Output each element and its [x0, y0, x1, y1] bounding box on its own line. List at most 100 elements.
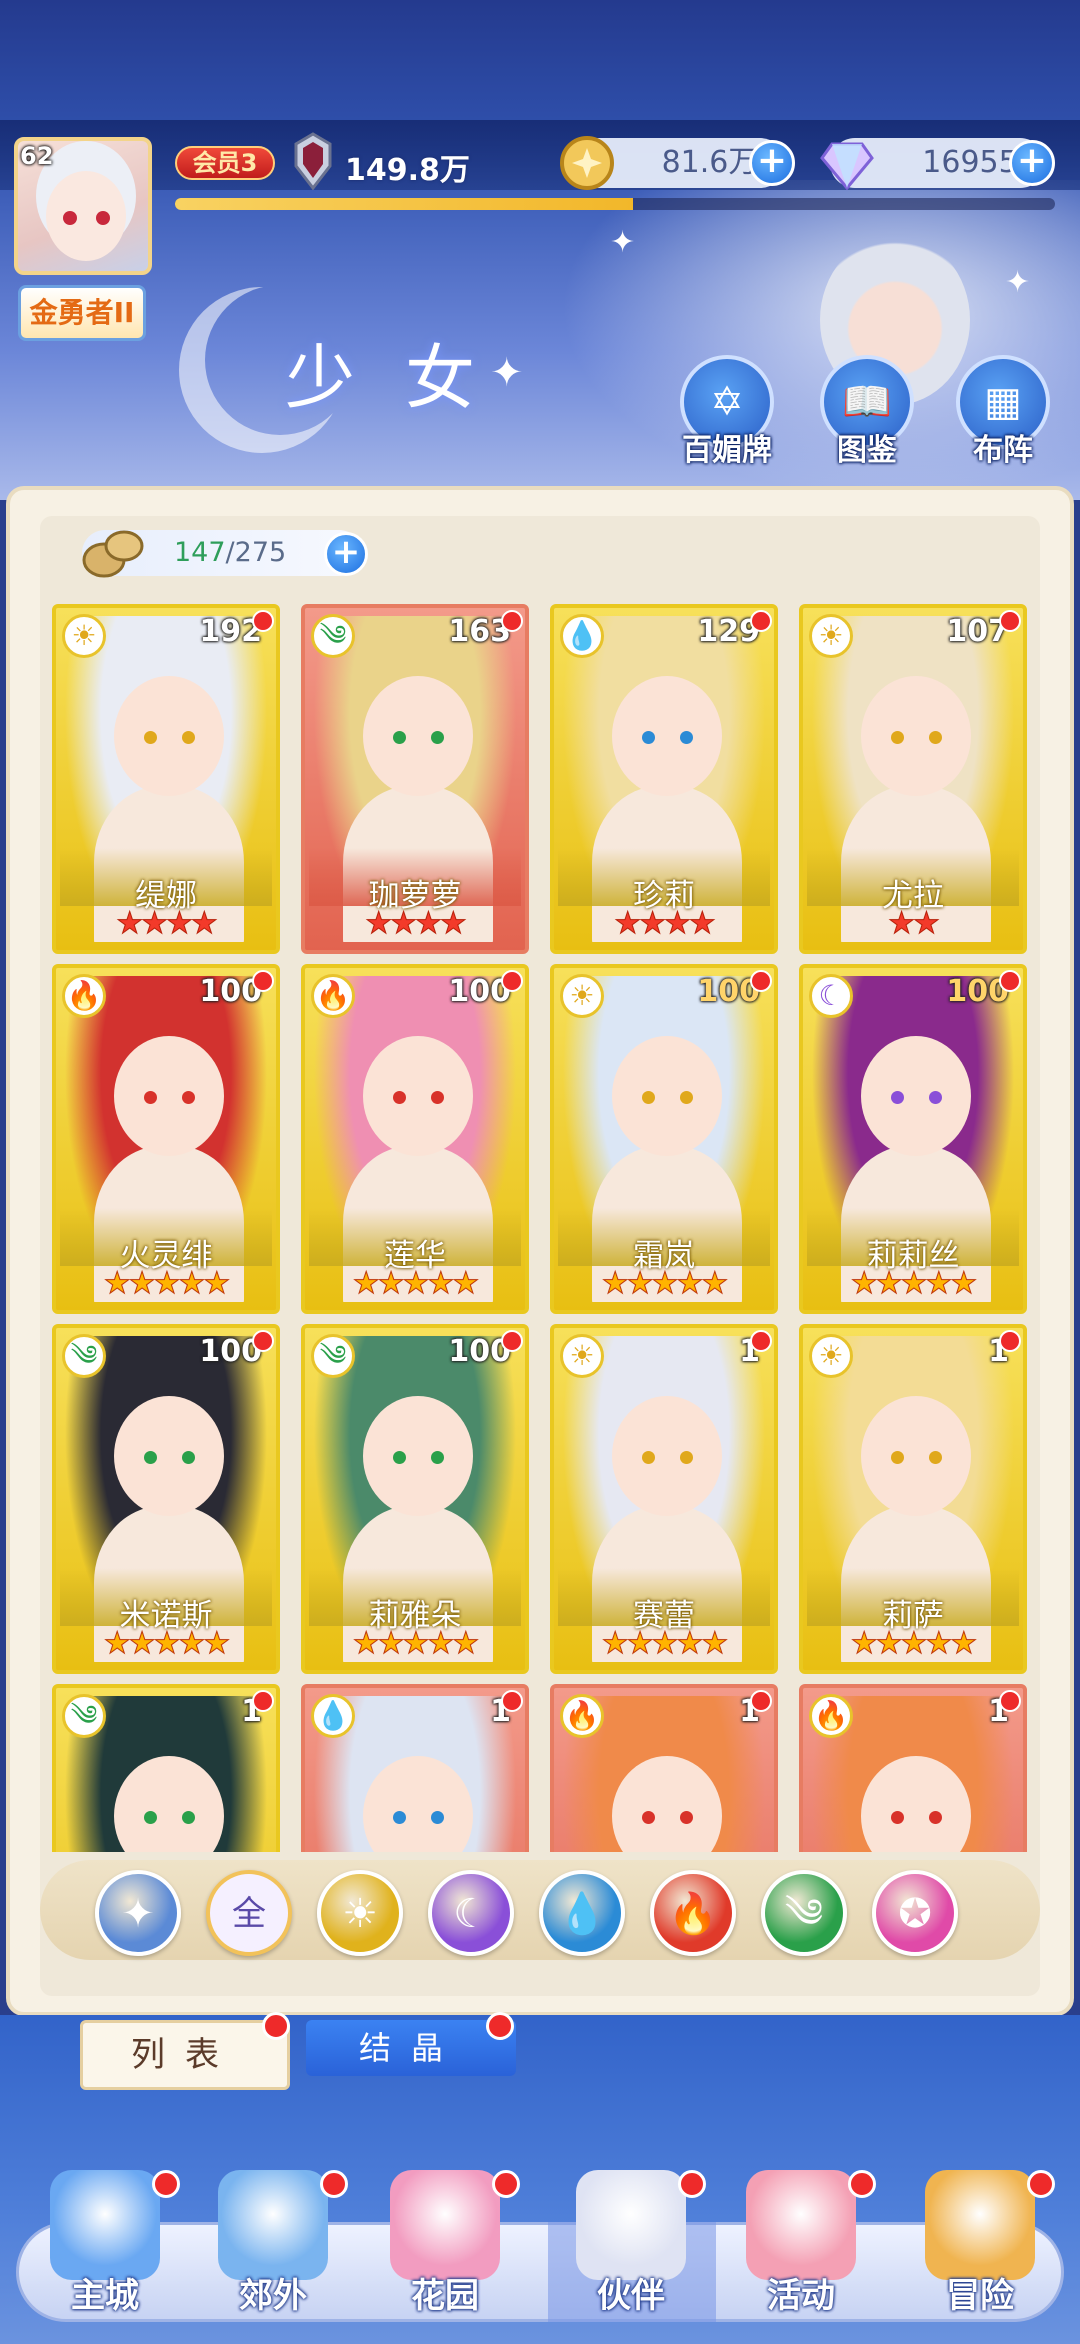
star-rating: ★★★★★ — [305, 1266, 525, 1302]
nav-item-5[interactable]: 冒险 — [905, 2170, 1055, 2330]
light-element-icon: ☀ — [62, 614, 106, 658]
capacity-count: 147/275 — [174, 530, 286, 576]
wind-element-icon: ༄ — [62, 1694, 106, 1738]
stars-glyphs: ★★★★★ — [850, 1266, 977, 1302]
add-crystal-button[interactable]: + — [1009, 140, 1055, 186]
nav-label: 郊外 — [239, 2276, 307, 2316]
nav-icon — [746, 2170, 856, 2280]
expand-capacity-button[interactable]: + — [324, 532, 368, 576]
notification-dot — [999, 1690, 1021, 1712]
gallery-button[interactable]: 📖 图鉴 — [812, 355, 922, 470]
page-title: 少女 — [285, 337, 525, 419]
nav-item-4[interactable]: 活动 — [726, 2170, 876, 2330]
gold-resource: 81.6万 + — [560, 136, 795, 190]
character-card[interactable]: ☀ 1 赛蕾 ★★★★★ — [550, 1324, 778, 1674]
character-card[interactable]: 🔥 1 — [799, 1684, 1027, 1852]
stars-glyphs: ★★★★★ — [352, 1626, 479, 1662]
nav-item-3[interactable]: 伙伴 — [556, 2170, 706, 2330]
nav-item-0[interactable]: 主城 — [30, 2170, 180, 2330]
stars-glyphs: ★★★★ — [365, 906, 468, 942]
notification-dot — [152, 2170, 180, 2198]
notification-dot — [750, 610, 772, 632]
filter-dark-button[interactable]: ☾ — [428, 1870, 514, 1956]
character-card[interactable]: ༄ 100 莉雅朵 ★★★★★ — [301, 1324, 529, 1674]
character-card[interactable]: ☀ 1 莉萨 ★★★★★ — [799, 1324, 1027, 1674]
character-card[interactable]: 💧 129 珍莉 ★★★★ — [550, 604, 778, 954]
notification-dot — [501, 1690, 523, 1712]
light-element-icon: ☀ — [809, 614, 853, 658]
nav-label: 活动 — [767, 2276, 835, 2316]
notification-dot — [252, 1330, 274, 1352]
notification-dot — [486, 2012, 514, 2040]
player-title-badge[interactable]: 金勇者II — [18, 285, 146, 341]
fire-filter-icon: 🔥 — [668, 1891, 718, 1937]
stars-glyphs: ★★ — [888, 906, 941, 942]
capacity-current: 147 — [174, 537, 226, 568]
star-rating: ★★★★★ — [305, 1626, 525, 1662]
nav-icon — [218, 2170, 328, 2280]
character-card[interactable]: 🔥 100 莲华 ★★★★★ — [301, 964, 529, 1314]
filter-star-button[interactable]: ✪ — [872, 1870, 958, 1956]
tab-crystal[interactable]: 结晶 — [306, 2020, 516, 2076]
notification-dot — [848, 2170, 876, 2198]
character-card[interactable]: ☀ 107 尤拉 ★★ — [799, 604, 1027, 954]
star-rating: ★★★★★ — [554, 1626, 774, 1662]
vip-badge[interactable]: 会员3 — [175, 146, 275, 180]
nav-label: 冒险 — [946, 2276, 1014, 2316]
stars-glyphs: ★★★★★ — [103, 1266, 230, 1302]
filter-all-button[interactable]: 全 — [206, 1870, 292, 1956]
character-card[interactable]: ☾ 100 莉莉丝 ★★★★★ — [799, 964, 1027, 1314]
fire-element-icon: 🔥 — [311, 974, 355, 1018]
character-card[interactable]: ༄ 163 珈萝萝 ★★★★ — [301, 604, 529, 954]
notification-dot — [320, 2170, 348, 2198]
wind-filter-icon: ༄ — [784, 1891, 824, 1937]
formation-button[interactable]: ▦ 布阵 — [948, 355, 1058, 470]
special-filter-icon: ✦ — [121, 1891, 155, 1937]
star-filter-icon: ✪ — [898, 1891, 932, 1937]
collection-cards-button[interactable]: ✡ 百媚牌 — [672, 355, 782, 470]
character-card[interactable]: ༄ 100 米诺斯 ★★★★★ — [52, 1324, 280, 1674]
filter-special-button[interactable]: ✦ — [95, 1870, 181, 1956]
stars-glyphs: ★★★★ — [614, 906, 717, 942]
nav-item-2[interactable]: 花园 — [370, 2170, 520, 2330]
light-element-icon: ☀ — [560, 974, 604, 1018]
quick-button-label: 布阵 — [973, 433, 1033, 468]
character-card[interactable]: ༄ 1 — [52, 1684, 280, 1852]
notification-dot — [252, 1690, 274, 1712]
filter-light-button[interactable]: ☀ — [317, 1870, 403, 1956]
dark-filter-icon: ☾ — [453, 1891, 489, 1937]
combat-power: 149.8万 — [345, 153, 470, 188]
nav-icon — [925, 2170, 1035, 2280]
filter-wind-button[interactable]: ༄ — [761, 1870, 847, 1956]
character-card[interactable]: ☀ 100 霜岚 ★★★★★ — [550, 964, 778, 1314]
capacity-max: /275 — [225, 537, 287, 568]
notification-dot — [492, 2170, 520, 2198]
star-rating: ★★★★ — [305, 906, 525, 942]
notification-dot — [501, 970, 523, 992]
nav-label: 主城 — [71, 2276, 139, 2316]
sparkle-icon: ✦ — [1005, 265, 1031, 300]
character-card[interactable]: ☀ 192 缇娜 ★★★★ — [52, 604, 280, 954]
nav-icon — [576, 2170, 686, 2280]
experience-bar — [175, 198, 1055, 210]
notification-dot — [501, 610, 523, 632]
light-element-icon: ☀ — [560, 1334, 604, 1378]
character-card[interactable]: 💧 1 — [301, 1684, 529, 1852]
character-card[interactable]: 🔥 1 — [550, 1684, 778, 1852]
wind-element-icon: ༄ — [62, 1334, 106, 1378]
notification-dot — [999, 610, 1021, 632]
filter-water-button[interactable]: 💧 — [539, 1870, 625, 1956]
character-card[interactable]: 🔥 100 火灵绯 ★★★★★ — [52, 964, 280, 1314]
character-grid: ☀ 192 缇娜 ★★★★ ༄ 163 珈萝萝 ★★★★ 💧 129 珍莉 ★★★★ ☀ 107 尤拉 ★★ 🔥… — [52, 604, 1032, 1852]
light-element-icon: ☀ — [809, 1334, 853, 1378]
filter-fire-button[interactable]: 🔥 — [650, 1870, 736, 1956]
water-filter-icon: 💧 — [557, 1891, 607, 1937]
add-gold-button[interactable]: + — [749, 140, 795, 186]
stars-glyphs: ★★★★★ — [850, 1626, 977, 1662]
notification-dot — [501, 1330, 523, 1352]
crystal-resource: 16955 + — [820, 138, 1055, 191]
player-level: 62 — [20, 142, 54, 170]
notification-dot — [252, 610, 274, 632]
tab-list[interactable]: 列表 — [80, 2020, 290, 2090]
nav-item-1[interactable]: 郊外 — [198, 2170, 348, 2330]
